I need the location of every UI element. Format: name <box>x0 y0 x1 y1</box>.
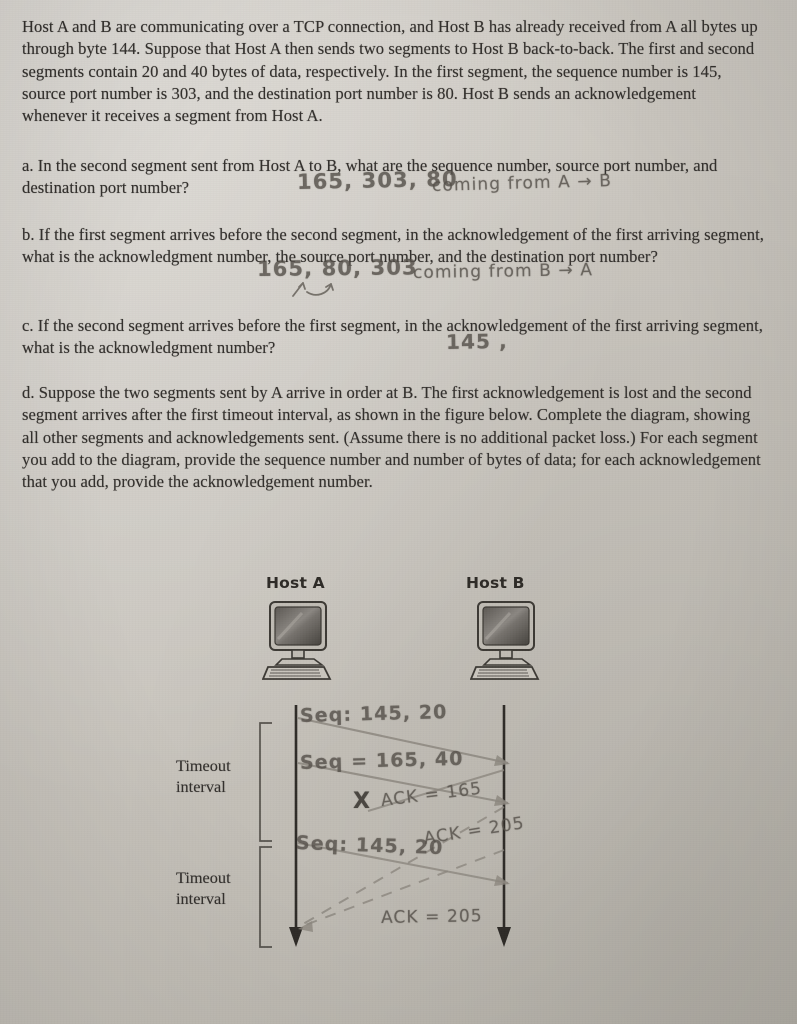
figure-label-seg2: Seq = 165, 40 <box>299 747 464 774</box>
timeout-bracket-2 <box>259 846 272 948</box>
timeout-bracket-1 <box>259 722 272 842</box>
problem-intro-text: Host A and B are communicating over a TC… <box>22 17 758 126</box>
answer-part-c: 145 , <box>445 328 509 354</box>
question-part-d-text: d. Suppose the two segments sent by A ar… <box>22 383 761 492</box>
annotation-part-b: coming from B → A <box>412 260 594 283</box>
packet-loss-x-marker: X <box>353 789 372 814</box>
swap-arrow-icon <box>292 282 334 297</box>
question-part-d: d. Suppose the two segments sent by A ar… <box>22 382 767 493</box>
tcp-timing-figure: Host A Host B Timeout interval Timeout i… <box>0 555 797 975</box>
figure-label-ack3: ACK = 205 <box>380 906 483 928</box>
figure-label-seg1: Seq: 145, 20 <box>299 701 448 727</box>
timeline-host-a <box>289 705 303 947</box>
question-part-c-text: c. If the second segment arrives before … <box>22 316 764 358</box>
scanned-page: Host A and B are communicating over a TC… <box>0 0 797 1024</box>
question-part-c: c. If the second segment arrives before … <box>22 315 767 360</box>
problem-intro-paragraph: Host A and B are communicating over a TC… <box>22 16 762 127</box>
